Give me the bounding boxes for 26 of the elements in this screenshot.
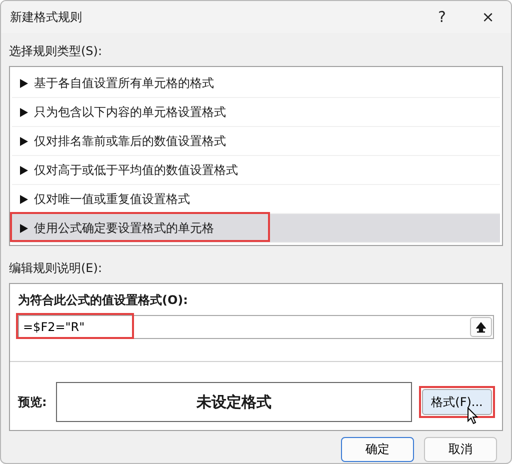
close-button[interactable]: × (465, 1, 511, 33)
rule-type-item[interactable]: 仅对高于或低于平均值的数值设置格式 (12, 156, 500, 185)
triangle-icon (20, 166, 28, 174)
collapse-button[interactable] (470, 317, 492, 337)
triangle-icon (20, 136, 28, 146)
rule-type-item[interactable]: 仅对排名靠前或靠后的数值设置格式 (12, 127, 500, 156)
rule-type-item[interactable]: 基于各自值设置所有单元格的格式 (12, 69, 500, 98)
window-title: 新建格式规则 (10, 8, 83, 26)
help-button[interactable]: ? (419, 1, 465, 33)
section-label: 选择规则类型(S): (9, 43, 104, 60)
mouse-pointer-icon (467, 407, 479, 425)
rule-type-item[interactable]: 只为包含以下内容的单元格设置格式 (12, 98, 500, 127)
triangle-icon (20, 108, 28, 116)
dialog-button[interactable]: 确定 (341, 437, 414, 462)
up-arrow-icon (476, 322, 486, 332)
format-button[interactable]: 格式(F)... (422, 389, 492, 415)
preview-label: 预览: (18, 394, 48, 410)
triangle-icon (20, 78, 28, 88)
rule-type-item[interactable]: 使用公式确定要设置格式的单元格 (12, 214, 500, 243)
section-label: 编辑规则说明(E): (9, 260, 103, 277)
preview-box: 未设定格式 (56, 382, 412, 422)
formula-field[interactable]: =$F2="R" (18, 315, 494, 339)
dialog-button[interactable]: 取消 (424, 437, 497, 462)
triangle-icon (20, 224, 28, 232)
formula-label: 为符合此公式的值设置格式(O): (17, 292, 189, 309)
triangle-icon (20, 194, 28, 204)
